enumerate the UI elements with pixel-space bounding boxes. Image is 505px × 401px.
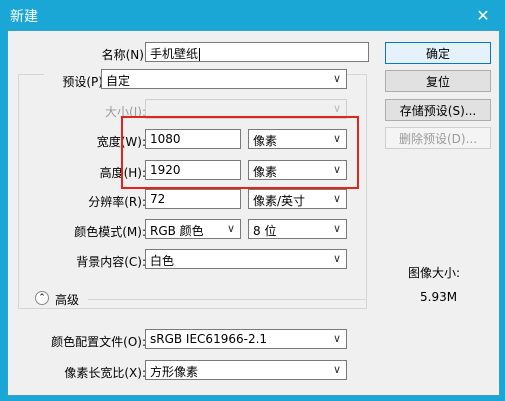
close-icon[interactable]: ✕ (461, 0, 505, 30)
preset-select-value: 自定 (106, 74, 131, 88)
background-label: 背景内容(C): (76, 255, 146, 269)
chevron-down-icon: ∨ (332, 72, 341, 85)
pixel-aspect-select[interactable]: 方形像素 ∨ (145, 360, 347, 380)
delete-preset-button[interactable]: 删除预设(D)... (385, 127, 491, 149)
text-caret (199, 48, 201, 61)
pixel-aspect-value: 方形像素 (150, 365, 199, 379)
chevron-down-icon: ∨ (332, 363, 341, 376)
advanced-separator (88, 299, 367, 300)
bit-depth-select[interactable]: 8 位 ∨ (248, 219, 347, 239)
save-preset-button[interactable]: 存储预设(S)... (385, 99, 491, 121)
title-bar[interactable]: 新建 ✕ (0, 0, 505, 30)
chevron-down-icon: ∨ (226, 222, 235, 235)
bit-depth-value: 8 位 (253, 224, 277, 238)
resolution-input[interactable]: 72 (145, 189, 241, 209)
pixel-aspect-label: 像素长宽比(X): (64, 366, 146, 380)
chevron-down-icon: ∨ (332, 252, 341, 265)
color-profile-value: sRGB IEC61966-2.1 (150, 332, 268, 346)
preset-select[interactable]: 自定 ∨ (101, 69, 347, 89)
chevron-down-icon: ∨ (332, 222, 341, 235)
reset-button[interactable]: 复位 (385, 70, 491, 92)
name-label: 名称(N): (101, 48, 148, 62)
resolution-input-value: 72 (150, 192, 166, 206)
background-select[interactable]: 白色 ∨ (145, 249, 347, 269)
color-mode-value: RGB 颜色 (150, 224, 204, 238)
image-size-value: 5.93M (420, 290, 458, 304)
resolution-unit-select[interactable]: 像素/英寸 ∨ (248, 189, 347, 209)
advanced-label[interactable]: 高级 (55, 291, 79, 308)
dialog-body: 名称(N): 手机壁纸 预设(P): 自定 ∨ 大小(I): ∨ 宽度(W): … (7, 30, 500, 396)
highlight-box (121, 116, 359, 189)
color-profile-label: 颜色配置文件(O): (51, 335, 146, 349)
resolution-label: 分辨率(R): (88, 195, 146, 209)
image-size-label: 图像大小: (408, 266, 461, 280)
window-title: 新建 (10, 9, 38, 25)
color-mode-label: 颜色模式(M): (74, 225, 146, 239)
name-input-value: 手机壁纸 (150, 47, 199, 61)
expand-advanced-icon[interactable]: ⌃ (35, 291, 49, 305)
chevron-down-icon: ∨ (332, 332, 341, 345)
background-value: 白色 (150, 254, 175, 268)
resolution-unit-value: 像素/英寸 (253, 194, 306, 208)
color-profile-select[interactable]: sRGB IEC61966-2.1 ∨ (145, 329, 347, 349)
new-document-dialog: 新建 ✕ 名称(N): 手机壁纸 预设(P): 自定 ∨ 大小(I): ∨ 宽度… (0, 0, 505, 401)
chevron-down-icon: ∨ (332, 192, 341, 205)
name-input[interactable]: 手机壁纸 (145, 42, 369, 62)
chevron-down-icon: ∨ (332, 102, 341, 115)
color-mode-select[interactable]: RGB 颜色 ∨ (145, 219, 241, 239)
ok-button[interactable]: 确定 (385, 42, 491, 64)
